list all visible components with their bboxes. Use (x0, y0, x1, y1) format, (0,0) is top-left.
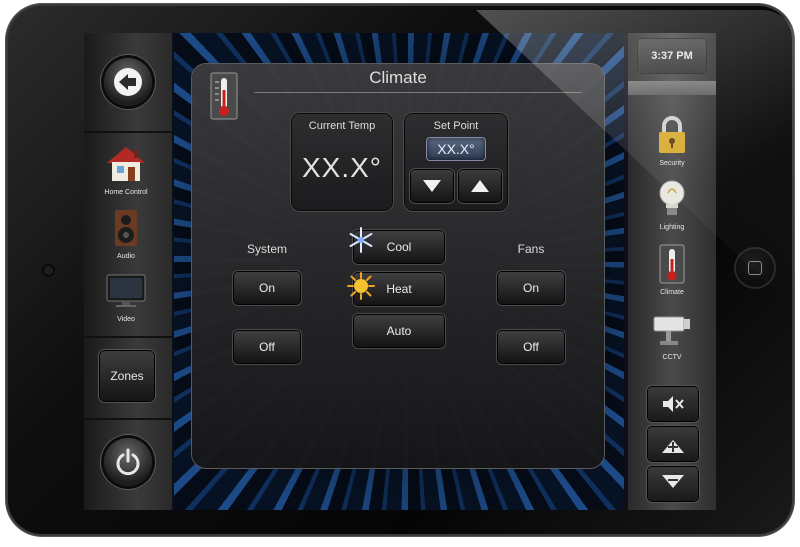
up-arrow-icon (471, 180, 489, 192)
front-camera (44, 266, 53, 275)
nav-climate[interactable]: Climate (642, 244, 702, 296)
fans-on-button[interactable]: On (498, 272, 564, 304)
system-off-button[interactable]: Off (234, 331, 300, 363)
nav-cctv-label: CCTV (662, 354, 682, 361)
nav-audio[interactable]: Audio (96, 209, 156, 260)
tablet-frame: Home Control Audio Video Zones Climate C… (6, 4, 796, 536)
current-temp-label: Current Temp (308, 120, 376, 132)
current-temp-box: Current Temp XX.X° (292, 114, 392, 210)
security-camera-icon (653, 316, 690, 345)
mute-button[interactable] (648, 387, 698, 421)
fans-off-button[interactable]: Off (498, 331, 564, 363)
right-sidebar: 3:37 PM Security Lighting Climate CCTV (628, 33, 716, 510)
divider-strip (628, 81, 716, 95)
power-button[interactable] (104, 438, 152, 486)
mute-icon (663, 396, 684, 412)
set-point-label: Set Point (433, 120, 479, 132)
down-arrow-icon (423, 180, 441, 192)
screen: Home Control Audio Video Zones Climate C… (84, 33, 716, 510)
system-on-button[interactable]: On (234, 272, 300, 304)
nav-security[interactable]: Security (642, 115, 702, 167)
set-point-up-button[interactable] (459, 170, 501, 202)
title-underline (254, 92, 582, 93)
home-button-icon (748, 261, 762, 275)
nav-home-control-label: Home Control (104, 189, 148, 196)
divider (84, 418, 172, 420)
volume-down-button[interactable] (648, 467, 698, 501)
speaker-icon (115, 210, 137, 246)
light-bulb-icon (659, 180, 685, 215)
nav-home-control[interactable]: Home Control (96, 145, 156, 196)
thermometer-icon (659, 244, 685, 284)
nav-cctv[interactable]: CCTV (642, 309, 702, 361)
volume-up-icon (662, 440, 684, 453)
divider (84, 336, 172, 338)
tv-icon (106, 274, 146, 307)
nav-security-label: Security (659, 160, 685, 167)
left-sidebar: Home Control Audio Video Zones (84, 33, 172, 510)
house-icon (107, 147, 145, 181)
clock: 3:37 PM (638, 39, 706, 73)
padlock-icon (659, 116, 685, 153)
nav-audio-label: Audio (117, 253, 135, 260)
volume-up-button[interactable] (648, 427, 698, 461)
zones-button[interactable]: Zones (100, 351, 154, 401)
set-point-box: Set Point XX.X° (405, 114, 507, 210)
back-button[interactable] (104, 58, 152, 106)
nav-lighting-label: Lighting (659, 224, 685, 231)
home-button[interactable] (736, 249, 774, 287)
system-label: System (246, 242, 287, 256)
auto-button[interactable]: Auto (354, 315, 444, 347)
set-point-down-button[interactable] (411, 170, 453, 202)
climate-panel: Climate Current Temp XX.X° Set Point XX.… (192, 64, 604, 468)
divider (84, 131, 172, 133)
volume-down-icon (662, 475, 684, 488)
nav-lighting[interactable]: Lighting (642, 179, 702, 231)
snowflake-icon (349, 227, 373, 253)
nav-video-label: Video (117, 316, 135, 323)
power-icon (116, 448, 140, 476)
nav-video[interactable]: Video (96, 272, 156, 323)
sun-icon (347, 272, 375, 300)
fans-label: Fans (517, 242, 545, 256)
nav-climate-label: Climate (660, 289, 684, 296)
current-temp-value: XX.X° (301, 152, 382, 183)
page-title: Climate (369, 68, 427, 87)
set-point-value: XX.X° (427, 138, 485, 160)
back-arrow-icon (114, 68, 142, 96)
